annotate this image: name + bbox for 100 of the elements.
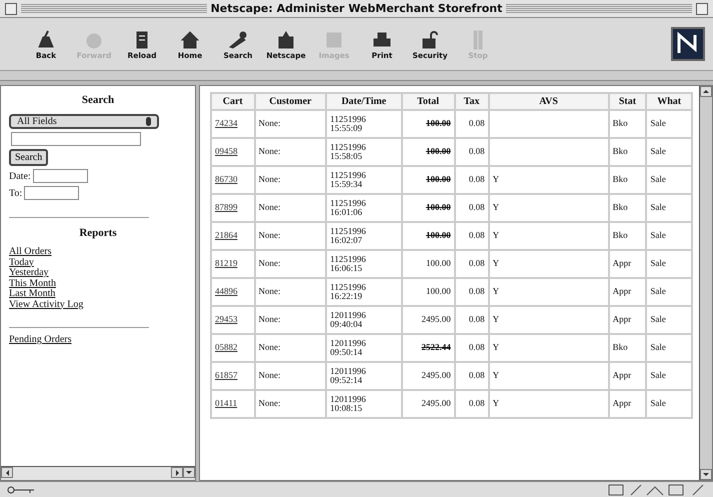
table-cell: 12011996 09:50:14 [326, 334, 402, 362]
table-cell: Sale [646, 194, 692, 222]
table-cell: 100.00 [402, 110, 455, 138]
table-cell: 2495.00 [402, 390, 455, 418]
table-cell: 2495.00 [402, 306, 455, 334]
vertical-scrollbar[interactable] [699, 86, 712, 480]
date-field[interactable] [24, 186, 80, 200]
home-icon [179, 28, 201, 50]
scroll-left-icon[interactable] [1, 467, 13, 478]
table-cell: Appr [608, 250, 646, 278]
field-label: To: [9, 188, 22, 198]
table-cell: Appr [608, 278, 646, 306]
scroll-down-icon[interactable] [183, 467, 195, 478]
table-cell: None: [254, 250, 326, 278]
table-cell: Y [488, 362, 609, 390]
table-cell: 0.08 [454, 110, 489, 138]
table-cell: None: [254, 166, 326, 194]
cart-link[interactable]: 74234 [215, 118, 238, 128]
report-link[interactable]: This Month [9, 278, 84, 289]
table-cell: Sale [646, 278, 692, 306]
table-cell: Sale [646, 306, 692, 334]
search-field[interactable] [11, 132, 141, 146]
table-cell: 0.08 [454, 390, 489, 418]
table-cell: 0.08 [454, 278, 489, 306]
report-link[interactable]: Pending Orders [9, 335, 72, 346]
cart-link[interactable]: 44896 [215, 286, 238, 296]
cart-link[interactable]: 87899 [215, 202, 238, 212]
table-cell: 0.08 [454, 138, 489, 166]
table-cell: 11251996 16:02:07 [326, 222, 402, 250]
report-link[interactable]: Today [9, 258, 84, 268]
column-header: What [646, 93, 692, 110]
cart-link[interactable]: 01411 [215, 398, 238, 408]
report-link[interactable]: Last Month [9, 289, 84, 300]
table-cell: None: [254, 390, 326, 418]
field-dropdown[interactable]: All Fields [9, 114, 159, 129]
table-cell: 11251996 15:59:34 [326, 166, 402, 194]
table-cell: Sale [646, 334, 692, 362]
table-cell: Y [488, 306, 609, 334]
column-header: Stat [608, 93, 646, 110]
scroll-down-icon[interactable] [700, 469, 712, 480]
table-cell: 0.08 [454, 306, 489, 334]
horizontal-scrollbar[interactable] [1, 466, 195, 480]
column-header: Cart [211, 93, 255, 110]
table-cell: Y [488, 390, 609, 418]
table-cell: 100.00 [402, 194, 455, 222]
table-cell: Y [488, 250, 609, 278]
table-cell: Sale [646, 362, 692, 390]
table-cell: Bko [608, 222, 646, 250]
close-box[interactable] [5, 2, 17, 14]
table-cell: None: [254, 306, 326, 334]
table-cell: Y [488, 222, 609, 250]
netscape-logo-icon [671, 27, 705, 61]
scroll-up-icon[interactable] [700, 86, 712, 97]
table-cell: 12011996 09:40:04 [326, 306, 402, 334]
field-label: Date: [9, 170, 31, 182]
table-cell: 100.00 [402, 138, 455, 166]
table-cell: 0.08 [454, 222, 489, 250]
cart-link[interactable]: 21864 [215, 230, 238, 240]
table-cell: Appr [608, 390, 646, 418]
search-button[interactable]: Search [9, 149, 48, 166]
table-cell: 11251996 16:06:15 [326, 250, 402, 278]
column-header: Customer [254, 93, 326, 110]
table-cell: 0.08 [454, 166, 489, 194]
section-heading: Search [82, 94, 114, 106]
scroll-right-icon[interactable] [171, 467, 183, 478]
table-cell: Appr [608, 362, 646, 390]
search-icon [227, 28, 249, 50]
table-cell: Appr [608, 306, 646, 334]
table-cell: Y [488, 334, 609, 362]
report-link[interactable]: View Activity Log [9, 300, 84, 310]
cart-link[interactable]: 86730 [215, 174, 238, 184]
window-title: Netscape: Administer WebMerchant Storefront [210, 2, 502, 15]
cart-link[interactable]: 61857 [215, 370, 238, 380]
table-cell: 12011996 09:52:14 [326, 362, 402, 390]
table-cell: 11251996 16:22:19 [326, 278, 402, 306]
table-cell: 0.08 [454, 334, 489, 362]
table-cell: 0.08 [454, 194, 489, 222]
table-cell: None: [254, 138, 326, 166]
table-cell: 2495.00 [402, 362, 455, 390]
cart-link[interactable]: 05882 [215, 342, 238, 352]
table-cell: Y [488, 278, 609, 306]
table-cell: 0.08 [454, 250, 489, 278]
table-cell: Sale [646, 250, 692, 278]
cart-link[interactable]: 81219 [215, 258, 238, 268]
table-cell: Bko [608, 138, 646, 166]
column-header: Tax [454, 93, 489, 110]
key-icon [6, 484, 36, 494]
column-header: Date/Time [326, 93, 402, 110]
table-cell: Sale [646, 390, 692, 418]
table-cell: Sale [646, 166, 692, 194]
date-field[interactable] [32, 169, 88, 183]
cart-link[interactable]: 29453 [215, 314, 238, 324]
cart-link[interactable]: 09458 [215, 146, 238, 156]
table-cell: Y [488, 194, 609, 222]
zoom-box[interactable] [696, 2, 708, 14]
table-cell: 2522.44 [402, 334, 455, 362]
table-cell: 100.00 [402, 222, 455, 250]
report-link[interactable]: All Orders [9, 247, 84, 258]
report-link[interactable]: Yesterday [9, 268, 84, 278]
table-cell: 11251996 16:01:06 [326, 194, 402, 222]
